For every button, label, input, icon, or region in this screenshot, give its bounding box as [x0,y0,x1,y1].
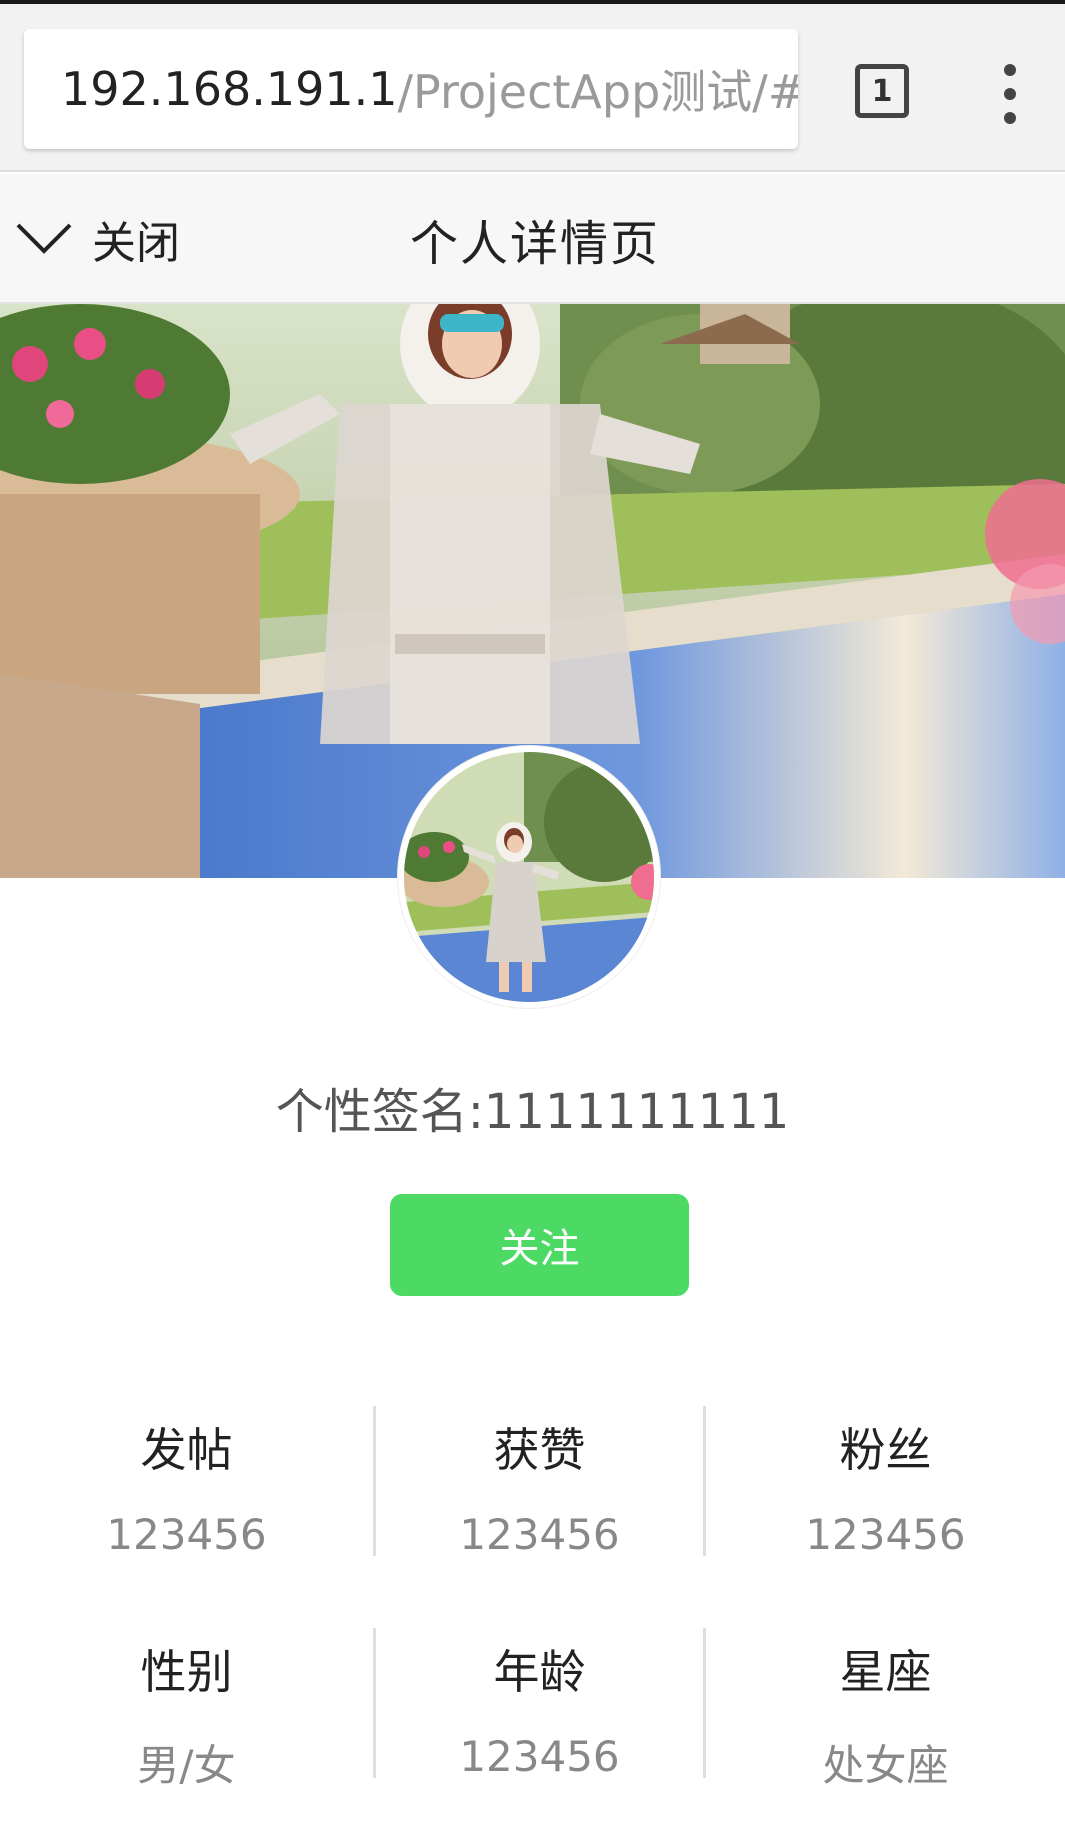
url-path: /ProjectApp测试/# [397,65,798,119]
more-vert-icon[interactable] [990,64,1030,124]
stat-posts[interactable]: 发帖 123456 [0,1406,373,1559]
stat-gender: 性别 男/女 [0,1628,373,1790]
app-header: 关闭 个人详情页 [0,174,1065,304]
signature: 个性签名:1111111111 [275,1084,790,1140]
chevron-down-icon [14,209,74,269]
tab-count: 1 [871,73,893,109]
url-host: 192.168.191.1 [61,62,398,116]
browser-toolbar: 192.168.191.1/ProjectApp测试/# 1 [0,4,1065,172]
stat-zodiac: 星座 处女座 [706,1628,1065,1790]
stat-value: 123456 [459,1732,620,1781]
stat-label: 获赞 [493,1423,586,1477]
close-button[interactable]: 关闭 [14,202,180,276]
stat-age: 年龄 123456 [376,1628,703,1781]
stat-value: 123456 [805,1510,966,1559]
close-label: 关闭 [92,218,180,269]
avatar[interactable] [398,746,660,1008]
stat-value: 处女座 [822,1741,949,1790]
stat-label: 粉丝 [839,1423,932,1477]
stat-label: 星座 [839,1645,932,1699]
stats-row-info: 性别 男/女 年龄 123456 星座 处女座 [0,1628,1065,1790]
stat-fans[interactable]: 粉丝 123456 [706,1406,1065,1559]
stats-row-activity: 发帖 123456 获赞 123456 粉丝 123456 [0,1406,1065,1559]
address-bar[interactable]: 192.168.191.1/ProjectApp测试/# [24,29,798,149]
stat-value: 123456 [106,1510,267,1559]
stat-value: 男/女 [137,1741,236,1790]
stat-likes[interactable]: 获赞 123456 [376,1406,703,1559]
tab-switcher-icon[interactable]: 1 [855,64,909,118]
follow-button[interactable]: 关注 [390,1194,689,1296]
page-title: 个人详情页 [410,216,661,272]
stat-label: 年龄 [493,1645,586,1699]
stat-label: 性别 [140,1645,233,1699]
stat-label: 发帖 [140,1423,233,1477]
stat-value: 123456 [459,1510,620,1559]
